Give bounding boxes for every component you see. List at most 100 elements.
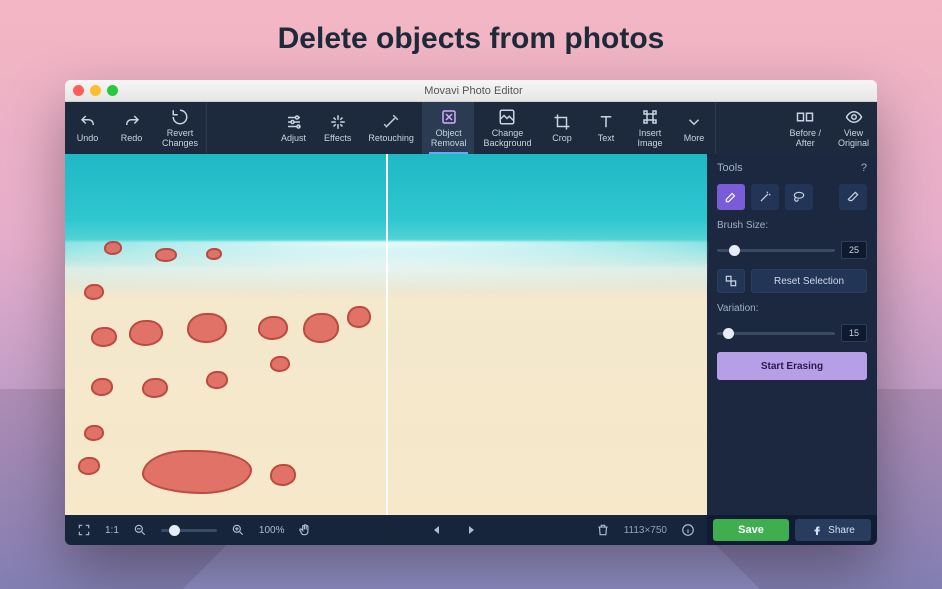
variation-label: Variation: [717,303,867,314]
change-background-button[interactable]: Change Background [474,102,539,154]
eraser-icon [846,190,860,204]
eraser-tool-button[interactable] [839,184,867,210]
view-original-label: View Original [838,129,869,148]
insert-image-icon [641,108,659,126]
brush-size-label: Brush Size: [717,220,867,231]
info-icon [681,523,695,537]
text-button[interactable]: Text [583,102,627,154]
triangle-right-icon [465,524,477,536]
zoom-in-icon [231,523,245,537]
wand-icon [382,113,400,131]
selection-mark [91,327,117,347]
effects-button[interactable]: Effects [315,102,359,154]
selection-mark [270,464,296,486]
selection-mark [303,313,339,343]
help-button[interactable]: ? [861,162,867,174]
share-button[interactable]: Share [795,519,871,541]
variation-slider[interactable] [717,332,835,335]
view-original-button[interactable]: View Original [829,102,877,154]
text-label: Text [598,134,615,143]
selection-mark [270,356,290,372]
sparkle-icon [329,113,347,131]
selection-mark [84,425,104,441]
crop-button[interactable]: Crop [539,102,583,154]
undo-icon [79,113,97,131]
sliders-icon [285,113,303,131]
variation-value[interactable]: 15 [841,324,867,342]
before-after-button[interactable]: Before / After [780,102,829,154]
object-removal-button[interactable]: Object Removal [422,102,475,154]
selection-mark [206,248,222,260]
page-headline: Delete objects from photos [0,0,942,56]
more-button[interactable]: More [671,102,715,154]
magic-wand-tool-button[interactable] [751,184,779,210]
status-bar: 1:1 100% [65,515,707,545]
object-removal-label: Object Removal [431,129,467,148]
compare-icon [796,108,814,126]
retouching-button[interactable]: Retouching [359,102,422,154]
trash-icon [596,523,610,537]
save-button[interactable]: Save [713,519,789,541]
info-button[interactable] [675,519,701,541]
zoom-out-button[interactable] [127,519,153,541]
prev-image-button[interactable] [424,519,450,541]
crop-label: Crop [552,134,572,143]
selection-mark [142,450,252,494]
before-after-label: Before / After [789,129,821,148]
eye-icon [845,108,863,126]
share-label: Share [828,525,855,536]
triangle-left-icon [431,524,443,536]
fullscreen-button[interactable] [71,519,97,541]
brush-tool-button[interactable] [717,184,745,210]
titlebar: Movavi Photo Editor [65,80,877,102]
before-after-divider[interactable] [386,154,388,515]
selection-mark [142,378,168,398]
zoom-in-button[interactable] [225,519,251,541]
zoom-level-label: 100% [259,525,285,536]
window-title: Movavi Photo Editor [78,85,869,97]
brush-size-value[interactable]: 25 [841,241,867,259]
invert-selection-button[interactable] [717,269,745,293]
magic-wand-icon [758,190,772,204]
tools-sidebar: Tools ? Brush Size: 25 [707,154,877,545]
image-canvas[interactable] [65,154,707,515]
revert-icon [171,108,189,126]
selection-mark [187,313,227,343]
change-bg-label: Change Background [483,129,531,148]
background-icon [498,108,516,126]
more-label: More [684,134,705,143]
next-image-button[interactable] [458,519,484,541]
reset-selection-button[interactable]: Reset Selection [751,269,867,293]
lasso-tool-button[interactable] [785,184,813,210]
undo-label: Undo [77,134,99,143]
undo-button[interactable]: Undo [65,102,109,154]
redo-label: Redo [121,134,143,143]
selection-mark [129,320,163,346]
delete-button[interactable] [590,519,616,541]
fullscreen-icon [77,523,91,537]
crop-icon [553,113,571,131]
image-dimensions-label: 1113×750 [624,525,667,536]
facebook-icon [811,524,823,536]
redo-button[interactable]: Redo [109,102,153,154]
aspect-ratio-label: 1:1 [105,525,119,536]
revert-changes-button[interactable]: Revert Changes [153,102,206,154]
selection-mark [258,316,288,340]
adjust-button[interactable]: Adjust [271,102,315,154]
revert-label: Revert Changes [162,129,198,148]
selection-mark [206,371,228,389]
insert-image-button[interactable]: Insert Image [627,102,671,154]
text-icon [597,113,615,131]
brush-icon [724,190,738,204]
brush-size-slider[interactable] [717,249,835,252]
selection-mark [104,241,122,255]
main-toolbar: Undo Redo Revert Changes Adjust Effects … [65,102,877,154]
tools-heading: Tools [717,162,743,174]
zoom-out-icon [133,523,147,537]
selection-mark [78,457,100,475]
chevron-down-icon [685,113,703,131]
start-erasing-button[interactable]: Start Erasing [717,352,867,380]
pan-tool-button[interactable] [292,519,318,541]
invert-icon [724,274,738,288]
zoom-slider[interactable] [161,529,217,532]
